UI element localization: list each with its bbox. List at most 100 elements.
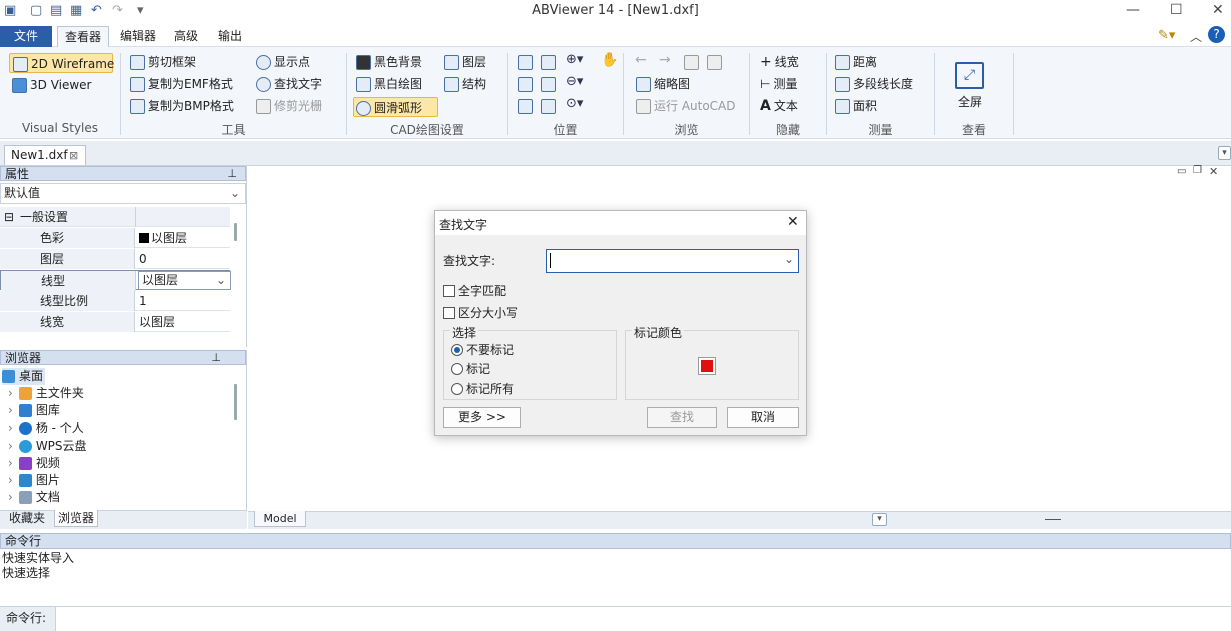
- tab-browser[interactable]: 浏览器: [54, 510, 98, 527]
- wireframe-2d-button[interactable]: 2D Wireframe: [9, 53, 114, 73]
- tab-viewer[interactable]: 查看器: [57, 26, 109, 47]
- zoom-in-icon[interactable]: ⊕▾: [566, 52, 583, 67]
- chevron-down-icon[interactable]: ⌄: [784, 252, 794, 266]
- browser-scrollbar[interactable]: [234, 384, 237, 420]
- tab-editor[interactable]: 编辑器: [116, 26, 160, 47]
- tab-favorites[interactable]: 收藏夹: [2, 510, 52, 527]
- rotate-icon[interactable]: [518, 99, 533, 114]
- tree-item-gallery[interactable]: › 图库: [8, 402, 60, 419]
- dialog-close-icon[interactable]: ✕: [787, 214, 799, 230]
- radio-mark-all[interactable]: 标记所有: [451, 380, 514, 397]
- property-row-linetype[interactable]: 线型 以图层 ⌄: [0, 270, 231, 291]
- mdi-restore-icon[interactable]: ❐: [1193, 165, 1202, 176]
- cancel-button[interactable]: 取消: [727, 407, 799, 428]
- copy-bmp-button[interactable]: 复制为BMP格式: [130, 96, 234, 116]
- mark-color-button[interactable]: [698, 357, 716, 375]
- expand-arrow-icon[interactable]: ›: [8, 490, 13, 504]
- pin-icon[interactable]: ⊥: [227, 167, 237, 181]
- tab-list-icon[interactable]: ▾: [1218, 146, 1231, 160]
- zoom-options-icon[interactable]: ⊙▾: [566, 96, 583, 111]
- hide-measure-button[interactable]: ⊢ 测量: [760, 74, 797, 94]
- tree-item-pictures[interactable]: › 图片: [8, 472, 60, 489]
- smooth-arc-button[interactable]: 圆滑弧形: [353, 97, 438, 117]
- fit-icon[interactable]: [518, 77, 533, 92]
- more-button[interactable]: 更多 >>: [443, 407, 521, 428]
- structure-button[interactable]: 结构: [444, 74, 486, 94]
- close-button[interactable]: ✕: [1212, 2, 1224, 18]
- expand-arrow-icon[interactable]: ›: [8, 473, 13, 487]
- next-file-icon[interactable]: [707, 55, 722, 70]
- distance-button[interactable]: 距离: [835, 52, 877, 72]
- expand-arrow-icon[interactable]: ›: [8, 421, 13, 435]
- property-section-general[interactable]: ⊟ 一般设置: [0, 207, 230, 227]
- tab-model[interactable]: Model: [254, 511, 306, 527]
- viewer-3d-button[interactable]: 3D Viewer: [12, 75, 91, 95]
- property-row-color[interactable]: 色彩 以图层: [0, 228, 230, 248]
- tab-output[interactable]: 输出: [210, 26, 250, 47]
- zoom-window-icon[interactable]: [518, 55, 533, 70]
- expand-arrow-icon[interactable]: ›: [8, 403, 13, 417]
- layout-list-icon[interactable]: ▾: [872, 513, 887, 526]
- collapse-icon[interactable]: ⊟: [4, 207, 14, 227]
- pan-hand-icon[interactable]: ✋: [601, 52, 618, 68]
- expand-arrow-icon[interactable]: ›: [8, 456, 13, 470]
- close-tab-icon[interactable]: ⊠: [69, 146, 78, 165]
- tree-item-wps-cloud[interactable]: › WPS云盘: [8, 438, 87, 455]
- tree-item-videos[interactable]: › 视频: [8, 455, 60, 472]
- tree-item-personal[interactable]: › 杨 - 个人: [8, 420, 84, 437]
- tree-item-documents[interactable]: › 文档: [8, 489, 60, 506]
- expand-arrow-icon[interactable]: ›: [8, 386, 13, 400]
- find-text-input[interactable]: ⌄: [546, 249, 799, 273]
- document-tab[interactable]: New1.dxf ⊠: [4, 145, 86, 165]
- radio-no-mark[interactable]: 不要标记: [451, 341, 514, 358]
- style-icon[interactable]: ✎▾: [1158, 28, 1175, 43]
- trim-raster-button[interactable]: 修剪光栅: [256, 96, 322, 116]
- zoom-out-icon[interactable]: ⊖▾: [566, 74, 583, 89]
- black-background-button[interactable]: 黑色背景: [356, 52, 422, 72]
- match-case-checkbox[interactable]: 区分大小写: [443, 304, 518, 321]
- layers-button[interactable]: 图层: [444, 52, 486, 72]
- copy-emf-button[interactable]: 复制为EMF格式: [130, 74, 233, 94]
- collapse-ribbon-icon[interactable]: ︿: [1190, 28, 1202, 45]
- properties-scrollbar[interactable]: [234, 223, 237, 241]
- fullscreen-button[interactable]: 全屏: [948, 93, 992, 110]
- menu-file[interactable]: 文件: [0, 26, 52, 47]
- find-button[interactable]: 查找: [647, 407, 717, 428]
- line-width-button[interactable]: + 线宽: [760, 52, 799, 72]
- whole-word-checkbox[interactable]: 全字匹配: [443, 282, 506, 299]
- tree-item-home[interactable]: › 主文件夹: [8, 385, 84, 402]
- mdi-close-icon[interactable]: ✕: [1209, 165, 1218, 178]
- find-text-button[interactable]: 查找文字: [256, 74, 322, 94]
- text-button[interactable]: A 文本: [760, 96, 798, 116]
- tab-advanced[interactable]: 高级: [166, 26, 206, 47]
- tree-root-desktop[interactable]: 桌面: [2, 368, 46, 385]
- zoom-extents-icon[interactable]: [541, 55, 556, 70]
- back-arrow-icon[interactable]: ←: [635, 52, 647, 68]
- area-button[interactable]: 面积: [835, 96, 877, 116]
- horizontal-scrollbar[interactable]: [1045, 519, 1061, 520]
- property-row-linetype-scale[interactable]: 线型比例 1: [0, 291, 230, 311]
- zoom-prev-icon[interactable]: [541, 99, 556, 114]
- polyline-length-button[interactable]: 多段线长度: [835, 74, 913, 94]
- linetype-dropdown[interactable]: 以图层 ⌄: [138, 271, 231, 290]
- maximize-button[interactable]: ☐: [1170, 2, 1183, 18]
- pin-icon[interactable]: ⊥: [211, 351, 221, 365]
- show-point-button[interactable]: 显示点: [256, 52, 310, 72]
- bw-drawing-button[interactable]: 黑白绘图: [356, 74, 422, 94]
- command-input[interactable]: [57, 607, 1157, 631]
- help-icon[interactable]: ?: [1208, 26, 1225, 43]
- property-row-layer[interactable]: 图层 0: [0, 249, 230, 269]
- fullscreen-icon[interactable]: ⤢: [955, 62, 984, 89]
- thumbnail-button[interactable]: 缩略图: [636, 74, 690, 94]
- expand-arrow-icon[interactable]: ›: [8, 439, 13, 453]
- minimize-button[interactable]: —: [1126, 2, 1140, 18]
- radio-mark[interactable]: 标记: [451, 360, 490, 377]
- zoom-all-icon[interactable]: [541, 77, 556, 92]
- prev-file-icon[interactable]: [684, 55, 699, 70]
- property-row-lineweight[interactable]: 线宽 以图层: [0, 312, 230, 332]
- properties-selector[interactable]: 默认值 ⌄: [0, 183, 246, 204]
- mdi-minimize-icon[interactable]: ▭: [1177, 166, 1186, 177]
- clip-frame-button[interactable]: 剪切框架: [130, 52, 196, 72]
- run-autocad-button[interactable]: 运行 AutoCAD: [636, 96, 736, 116]
- forward-arrow-icon[interactable]: →: [659, 52, 671, 68]
